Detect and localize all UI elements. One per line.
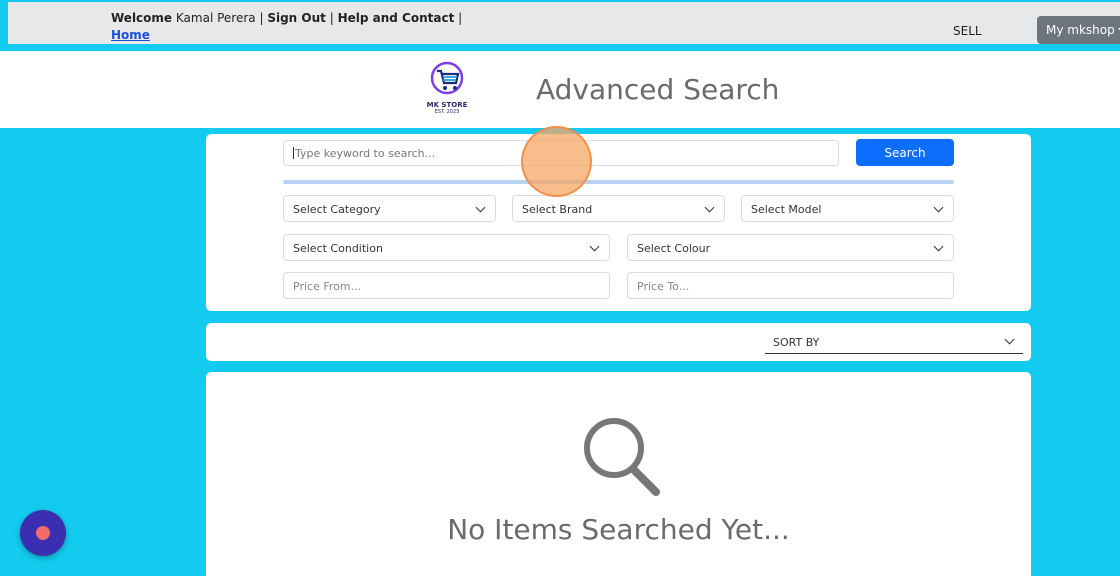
- model-select[interactable]: Select Model: [741, 195, 954, 222]
- mk-store-logo[interactable]: MK STORE EST. 2023: [424, 61, 470, 119]
- chevron-down-icon: [704, 202, 715, 213]
- keyword-placeholder: Type keyword to search...: [295, 147, 436, 160]
- page-title: Advanced Search: [536, 73, 780, 106]
- cart-logo-icon: [430, 61, 464, 95]
- separator: |: [329, 11, 334, 25]
- welcome-label: Welcome: [111, 11, 173, 25]
- home-link[interactable]: Home: [111, 28, 150, 42]
- price-to-input[interactable]: Price To...: [627, 272, 954, 299]
- chat-widget-button[interactable]: [20, 510, 66, 556]
- sell-link[interactable]: SELL: [953, 24, 982, 38]
- chevron-down-icon: [933, 202, 944, 213]
- colour-select-label: Select Colour: [637, 242, 711, 255]
- logo-subtext: EST. 2023: [434, 109, 460, 115]
- help-contact-link[interactable]: Help and Contact: [338, 11, 455, 25]
- separator: |: [458, 11, 463, 25]
- sort-card: SORT BY: [206, 323, 1031, 361]
- chevron-down-icon: [1004, 334, 1015, 345]
- text-cursor: [293, 147, 294, 159]
- click-indicator: [521, 126, 592, 197]
- brand-select[interactable]: Select Brand: [512, 195, 725, 222]
- separator: |: [259, 11, 264, 25]
- page-header: MK STORE EST. 2023 Advanced Search: [0, 51, 1120, 128]
- search-button[interactable]: Search: [856, 139, 954, 166]
- results-card: No Items Searched Yet...: [206, 372, 1031, 576]
- category-select[interactable]: Select Category: [283, 195, 496, 222]
- magnifier-icon: [584, 418, 660, 496]
- price-from-input[interactable]: Price From...: [283, 272, 610, 299]
- logo-text: MK STORE: [426, 101, 468, 109]
- chat-dot-icon: [36, 526, 50, 540]
- my-shop-label: My mkshop: [1046, 23, 1115, 37]
- chevron-down-icon: [589, 241, 600, 252]
- sort-by-select[interactable]: SORT BY: [765, 331, 1023, 354]
- search-filters-card: Type keyword to search... Search Select …: [206, 134, 1031, 311]
- colour-select[interactable]: Select Colour: [627, 234, 954, 261]
- my-shop-dropdown[interactable]: My mkshop: [1037, 16, 1120, 44]
- empty-results-message: No Items Searched Yet...: [447, 513, 790, 546]
- progress-bar: [283, 180, 954, 184]
- chevron-down-icon: [933, 241, 944, 252]
- welcome-text: Welcome Kamal Perera | Sign Out | Help a…: [111, 11, 462, 25]
- model-select-label: Select Model: [751, 203, 822, 216]
- condition-select-label: Select Condition: [293, 242, 383, 255]
- condition-select[interactable]: Select Condition: [283, 234, 610, 261]
- sort-by-label: SORT BY: [773, 336, 820, 349]
- top-bar: Welcome Kamal Perera | Sign Out | Help a…: [8, 2, 1120, 44]
- brand-select-label: Select Brand: [522, 203, 593, 216]
- chevron-down-icon: [475, 202, 486, 213]
- user-name: Kamal Perera: [175, 11, 256, 25]
- category-select-label: Select Category: [293, 203, 381, 216]
- sign-out-link[interactable]: Sign Out: [267, 11, 326, 25]
